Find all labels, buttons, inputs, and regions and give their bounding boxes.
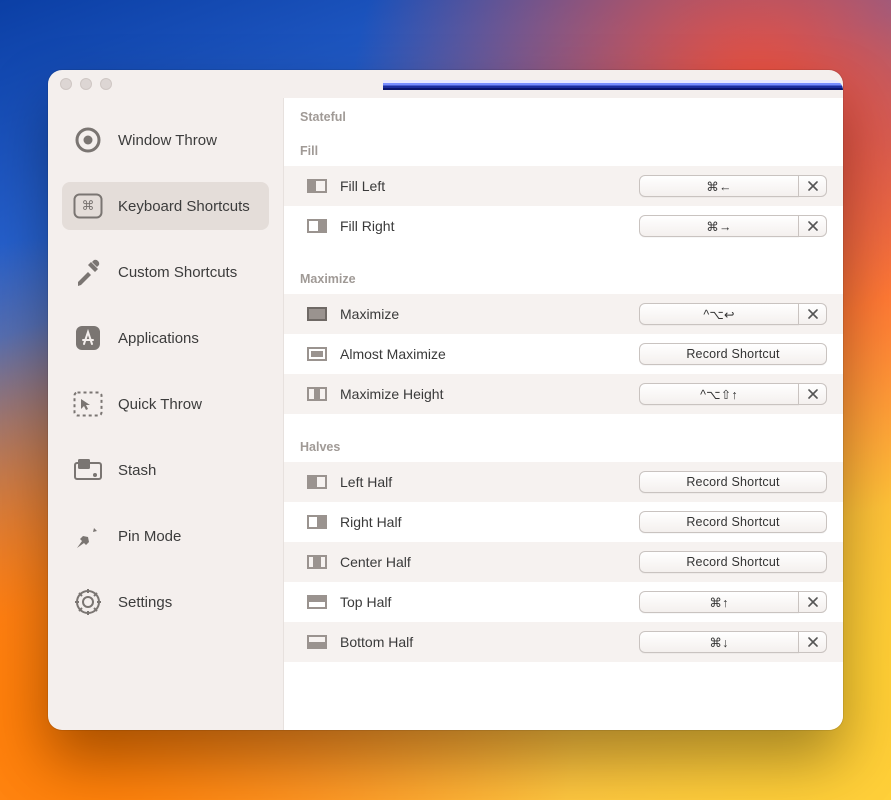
window-body: Window Throw ⌘ Keyboard Shortcuts Custom…: [48, 98, 843, 730]
preferences-window: Window Throw ⌘ Keyboard Shortcuts Custom…: [48, 70, 843, 730]
row-label: Fill Right: [340, 218, 505, 234]
clear-shortcut-fill-left[interactable]: [799, 175, 827, 197]
svg-text:⌘: ⌘: [82, 198, 95, 213]
row-label: Maximize Height: [340, 386, 505, 402]
shortcut-recorder-left-half[interactable]: Record Shortcut: [639, 471, 827, 493]
shortcut-recorder-almost-maximize[interactable]: Record Shortcut: [639, 343, 827, 365]
close-icon: [808, 181, 818, 191]
cursor-grid-icon: [72, 388, 104, 420]
shortcut-recorder-right-half[interactable]: Record Shortcut: [639, 511, 827, 533]
sidebar-item-window-throw[interactable]: Window Throw: [62, 116, 269, 164]
stash-icon: [72, 454, 104, 486]
row-label: Almost Maximize: [340, 346, 505, 362]
close-icon: [808, 637, 818, 647]
command-key-icon: ⌘: [72, 190, 104, 222]
minimize-window-icon[interactable]: [80, 78, 92, 90]
center-half-icon: [306, 554, 328, 570]
clear-shortcut-fill-right[interactable]: [799, 215, 827, 237]
row-label: Center Half: [340, 554, 505, 570]
almost-maximize-icon: [306, 346, 328, 362]
shortcut-recorder-maximize-height[interactable]: ^⌥⇧↑: [639, 383, 799, 405]
clear-shortcut-top-half[interactable]: [799, 591, 827, 613]
sidebar: Window Throw ⌘ Keyboard Shortcuts Custom…: [48, 98, 283, 730]
zoom-window-icon[interactable]: [100, 78, 112, 90]
row-label: Bottom Half: [340, 634, 505, 650]
clear-shortcut-bottom-half[interactable]: [799, 631, 827, 653]
sidebar-item-label: Quick Throw: [118, 396, 202, 413]
row-label: Top Half: [340, 594, 505, 610]
clear-shortcut-maximize-height[interactable]: [799, 383, 827, 405]
close-window-icon[interactable]: [60, 78, 72, 90]
clear-shortcut-maximize[interactable]: [799, 303, 827, 325]
sidebar-item-keyboard-shortcuts[interactable]: ⌘ Keyboard Shortcuts: [62, 182, 269, 230]
row-bottom-half: Bottom Half ⌘↓: [284, 622, 843, 662]
row-top-half: Top Half ⌘↑: [284, 582, 843, 622]
close-icon: [808, 389, 818, 399]
row-label: Left Half: [340, 474, 505, 490]
fill-right-icon: [306, 218, 328, 234]
top-half-icon: [306, 594, 328, 610]
shortcut-recorder-fill-left[interactable]: ⌘←: [639, 175, 799, 197]
sidebar-item-label: Custom Shortcuts: [118, 264, 237, 281]
row-fill-left: Fill Left ⌘←: [284, 166, 843, 206]
shortcut-recorder-center-half[interactable]: Record Shortcut: [639, 551, 827, 573]
section-header-halves: Halves: [284, 428, 843, 462]
shortcut-recorder-maximize[interactable]: ^⌥↩: [639, 303, 799, 325]
close-icon: [808, 221, 818, 231]
shortcut-recorder-top-half[interactable]: ⌘↑: [639, 591, 799, 613]
sidebar-item-label: Applications: [118, 330, 199, 347]
sidebar-item-label: Settings: [118, 594, 172, 611]
row-almost-maximize: Almost Maximize Record Shortcut: [284, 334, 843, 374]
row-label: Fill Left: [340, 178, 505, 194]
section-header-maximize: Maximize: [284, 260, 843, 294]
fill-left-icon: [306, 178, 328, 194]
close-icon: [808, 597, 818, 607]
pin-icon: [72, 520, 104, 552]
page-title: Stateful: [284, 98, 843, 132]
sidebar-item-label: Window Throw: [118, 132, 217, 149]
sidebar-item-label: Pin Mode: [118, 528, 181, 545]
sidebar-item-custom-shortcuts[interactable]: Custom Shortcuts: [62, 248, 269, 296]
gear-icon: [72, 586, 104, 618]
maximize-height-icon: [306, 386, 328, 402]
row-right-half: Right Half Record Shortcut: [284, 502, 843, 542]
target-icon: [72, 124, 104, 156]
main-pane: Stateful Fill Fill Left ⌘←: [283, 98, 843, 730]
sidebar-item-label: Keyboard Shortcuts: [118, 198, 250, 215]
row-maximize-height: Maximize Height ^⌥⇧↑: [284, 374, 843, 414]
row-left-half: Left Half Record Shortcut: [284, 462, 843, 502]
shortcut-recorder-fill-right[interactable]: ⌘→: [639, 215, 799, 237]
maximize-icon: [306, 306, 328, 322]
app-store-icon: [72, 322, 104, 354]
sidebar-item-applications[interactable]: Applications: [62, 314, 269, 362]
sidebar-item-stash[interactable]: Stash: [62, 446, 269, 494]
right-half-icon: [306, 514, 328, 530]
shortcut-recorder-bottom-half[interactable]: ⌘↓: [639, 631, 799, 653]
sidebar-item-label: Stash: [118, 462, 156, 479]
traffic-lights: [60, 78, 112, 90]
row-fill-right: Fill Right ⌘→: [284, 206, 843, 246]
row-center-half: Center Half Record Shortcut: [284, 542, 843, 582]
sidebar-item-settings[interactable]: Settings: [62, 578, 269, 626]
section-header-fill: Fill: [284, 132, 843, 166]
titlebar: [48, 70, 843, 98]
tools-icon: [72, 256, 104, 288]
row-label: Maximize: [340, 306, 505, 322]
left-half-icon: [306, 474, 328, 490]
close-icon: [808, 309, 818, 319]
titlebar-accent-stripe: [383, 80, 843, 90]
sidebar-item-pin-mode[interactable]: Pin Mode: [62, 512, 269, 560]
row-maximize: Maximize ^⌥↩: [284, 294, 843, 334]
sidebar-item-quick-throw[interactable]: Quick Throw: [62, 380, 269, 428]
bottom-half-icon: [306, 634, 328, 650]
row-label: Right Half: [340, 514, 505, 530]
